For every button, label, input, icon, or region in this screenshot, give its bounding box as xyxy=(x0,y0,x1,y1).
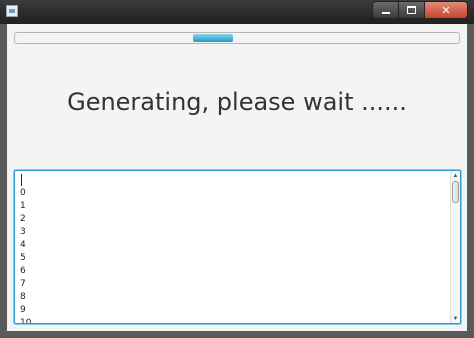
output-text-area[interactable]: 0 1 2 3 4 5 6 7 8 9 10 ▲ ▼ xyxy=(14,170,461,324)
output-line: 7 xyxy=(20,279,26,289)
maximize-icon xyxy=(407,6,416,14)
output-lines: 0 1 2 3 4 5 6 7 8 9 10 xyxy=(20,174,32,324)
close-icon: ✕ xyxy=(441,3,451,17)
output-line: 2 xyxy=(20,214,26,224)
window-controls: ✕ xyxy=(372,1,468,19)
output-line: 1 xyxy=(20,201,26,211)
app-window: ✕ Generating, please wait ...... 0 1 2 3… xyxy=(0,0,474,338)
output-line: 4 xyxy=(20,240,26,250)
output-line: 6 xyxy=(20,266,26,276)
maximize-button[interactable] xyxy=(398,1,424,19)
status-label: Generating, please wait ...... xyxy=(67,88,407,116)
title-bar[interactable]: ✕ xyxy=(0,0,474,24)
close-button[interactable]: ✕ xyxy=(424,1,468,19)
app-icon[interactable] xyxy=(6,5,18,17)
output-line: 9 xyxy=(20,305,26,315)
scroll-up-icon[interactable]: ▲ xyxy=(451,171,460,180)
progress-bar xyxy=(14,32,460,44)
output-line: 5 xyxy=(20,253,26,263)
output-line: 0 xyxy=(20,188,26,198)
progress-indicator xyxy=(192,34,233,42)
output-line: 8 xyxy=(20,292,26,302)
output-line: 3 xyxy=(20,227,26,237)
scrollbar-thumb[interactable] xyxy=(452,181,459,203)
minimize-icon xyxy=(381,12,390,14)
output-line: 10 xyxy=(20,318,32,324)
content-pane: Generating, please wait ...... 0 1 2 3 4… xyxy=(7,24,467,331)
scroll-down-icon[interactable]: ▼ xyxy=(451,314,460,323)
vertical-scrollbar[interactable]: ▲ ▼ xyxy=(450,171,460,323)
minimize-button[interactable] xyxy=(372,1,398,19)
